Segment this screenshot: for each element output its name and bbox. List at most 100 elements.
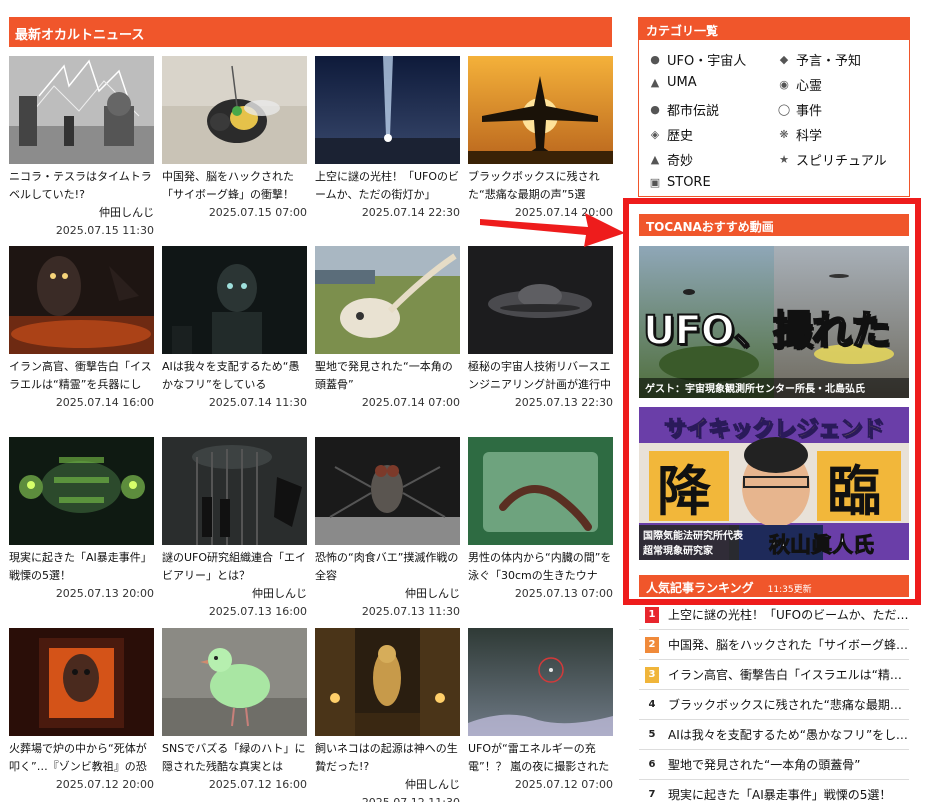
category-label: UFO・宇宙人 [667,54,747,69]
article-title[interactable]: 中国発、脳をハックされた「サイボーグ蜂」の衝撃！ [162,168,307,204]
article-title[interactable]: イラン高官、衝撃告白「イスラエルは“精霊”を兵器にした」 [9,358,154,394]
article-thumbnail[interactable] [468,246,613,354]
article-date: 2025.07.14 07:00 [361,396,460,409]
article-thumbnail[interactable] [9,628,154,736]
category-item-ufo[interactable]: ● UFO・宇宙人 [648,50,747,70]
ghost-icon: ◉ [779,77,789,91]
ranking-item[interactable]: 5 AIは我々を支配するため“愚かなフリ”をしている [639,720,909,750]
article-thumbnail[interactable] [162,437,307,545]
article-title[interactable]: 男性の体内から“内臓の間”を泳ぐ「30cmの生きたウナギ」 [468,549,613,585]
article-thumbnail[interactable] [9,56,154,164]
category-item-history[interactable]: ◈ 歴史 [648,125,693,145]
ranking-item[interactable]: 1 上空に謎の光柱！「UFOのビームか、ただの街灯か」 [639,600,909,630]
article-thumbnail[interactable] [315,628,460,736]
ranking-title-text[interactable]: ブラックボックスに残された“悲痛な最期の声”5選 [668,696,909,713]
spiritual-icon: ★ [779,152,789,166]
article-thumbnail[interactable] [468,56,613,164]
article-card[interactable]: 男性の体内から“内臓の間”を泳ぐ「30cmの生きたウナギ」 2025.07.13… [468,437,613,603]
ranking-item[interactable]: 3 イラン高官、衝撃告白「イスラエルは“精霊”を兵器にした」 [639,660,909,690]
rank-badge: 1 [645,606,659,623]
alien-icon: ● [650,52,660,66]
article-title[interactable]: 極秘の宇宙人技術リバースエンジニアリング計画が進行中か＝英国 [468,358,613,394]
article-date: 2025.07.13 20:00 [55,587,154,600]
article-date: 2025.07.12 11:30 [315,794,460,802]
ranking-header: 人気記事ランキング 11:35更新 [639,575,909,597]
article-title[interactable]: 上空に謎の光柱！「UFOのビームか、ただの街灯か」 [315,168,460,204]
article-author: 仲田しんじ [252,587,307,600]
article-card[interactable]: 現実に起きた「AI暴走事件」戦慄の5選！ 2025.07.13 20:00 [9,437,154,603]
rank-badge: 2 [645,636,659,653]
article-date: 2025.07.13 07:00 [514,587,613,600]
article-card[interactable]: 飼いネコはの起源は神への生贄だった!? 仲田しんじ 2025.07.12 11:… [315,628,460,802]
category-item-ghost[interactable]: ◉ 心霊 [777,75,822,95]
category-item-uma[interactable]: ▲ UMA [648,75,697,90]
article-card[interactable]: 上空に謎の光柱！「UFOのビームか、ただの街灯か」 2025.07.14 22:… [315,56,460,222]
article-title[interactable]: ブラックボックスに残された“悲痛な最期の声”5選 [468,168,613,204]
article-title[interactable]: 現実に起きた「AI暴走事件」戦慄の5選！ [9,549,154,585]
article-card[interactable]: 聖地で発見された“一本角の頭蓋骨” 2025.07.14 07:00 [315,246,460,412]
article-title[interactable]: SNSでバズる「緑のハト」に隠された残酷な真実とは [162,740,307,776]
annotation-arrow-icon [480,213,625,247]
article-date: 2025.07.15 07:00 [208,206,307,219]
category-item-incident[interactable]: ◯ 事件 [777,100,822,120]
article-thumbnail[interactable] [315,437,460,545]
article-title[interactable]: AIは我々を支配するため“愚かなフリ”をしている [162,358,307,394]
rank-number: 4 [648,698,656,710]
article-card[interactable]: 火葬場で炉の中から“死体が叩く”…『ゾンビ教祖』の恐怖 2025.07.12 2… [9,628,154,794]
article-thumbnail[interactable] [9,437,154,545]
category-item-strange[interactable]: ▲ 奇妙 [648,150,693,170]
ranking-title-text[interactable]: AIは我々を支配するため“愚かなフリ”をしている [668,726,909,743]
article-card[interactable]: SNSでバズる「緑のハト」に隠された残酷な真実とは 2025.07.12 16:… [162,628,307,794]
video-psychic-org2: 超常現象研究家 [643,546,713,557]
category-item-store[interactable]: ▣ STORE [648,175,711,190]
article-title[interactable]: 謎のUFO研究組織連合「エイビアリー」とは？ [162,549,307,585]
article-thumbnail[interactable] [9,246,154,354]
article-card[interactable]: 謎のUFO研究組織連合「エイビアリー」とは？ 仲田しんじ 2025.07.13 … [162,437,307,621]
article-thumbnail[interactable] [162,628,307,736]
article-title[interactable]: 火葬場で炉の中から“死体が叩く”…『ゾンビ教祖』の恐怖 [9,740,154,776]
article-thumbnail[interactable] [315,246,460,354]
recommend-video-ufo[interactable]: UFO、撮れた ゲスト：宇宙現象観測所センター所長・北島弘氏 [639,246,909,398]
ranking-title-text[interactable]: 上空に謎の光柱！「UFOのビームか、ただの街灯か」 [668,606,909,623]
article-thumbnail[interactable] [162,246,307,354]
article-thumbnail[interactable] [162,56,307,164]
ranking-title-text[interactable]: 聖地で発見された“一本角の頭蓋骨” [668,756,860,773]
creature-icon: ▲ [650,75,660,89]
article-thumbnail[interactable] [468,628,613,736]
article-card[interactable]: 恐怖の“肉食バエ”撲滅作戦の全容 仲田しんじ 2025.07.13 11:30 [315,437,460,621]
article-card[interactable]: ブラックボックスに残された“悲痛な最期の声”5選 2025.07.14 20:0… [468,56,613,222]
article-title[interactable]: 飼いネコはの起源は神への生贄だった!? [315,740,460,776]
article-thumbnail[interactable] [315,56,460,164]
ranking-title-text[interactable]: イラン高官、衝撃告白「イスラエルは“精霊”を兵器にした」 [668,666,909,683]
category-item-prophecy[interactable]: ◆ 予言・予知 [777,50,861,70]
article-card[interactable]: ニコラ・テスラはタイムトラベルしていた!? 仲田しんじ 2025.07.15 1… [9,56,154,240]
article-date: 2025.07.12 07:00 [514,778,613,791]
article-thumbnail[interactable] [468,437,613,545]
article-card[interactable]: UFOが“雷エネルギーの充電”！？ 嵐の夜に撮影された驚愕の光景 2025.07… [468,628,613,794]
article-date: 2025.07.12 16:00 [208,778,307,791]
ranking-title-text[interactable]: 現実に起きた「AI暴走事件」戦慄の5選！ [668,786,891,802]
category-item-spiritual[interactable]: ★ スピリチュアル [777,150,887,170]
rank-badge: 3 [645,666,659,683]
incident-icon: ◯ [777,102,791,116]
article-title[interactable]: 聖地で発見された“一本角の頭蓋骨” [315,358,460,394]
article-date: 2025.07.15 11:30 [55,224,154,237]
ranking-list: 1 上空に謎の光柱！「UFOのビームか、ただの街灯か」 2 中国発、脳をハックさ… [639,600,909,802]
article-title[interactable]: 恐怖の“肉食バエ”撲滅作戦の全容 [315,549,460,585]
ranking-item[interactable]: 2 中国発、脳をハックされた「サイボーグ蜂」の衝撃！ [639,630,909,660]
category-item-urban-legend[interactable]: ● 都市伝説 [648,100,719,120]
ranking-item[interactable]: 6 聖地で発見された“一本角の頭蓋骨” [639,750,909,780]
ranking-item[interactable]: 7 現実に起きた「AI暴走事件」戦慄の5選！ [639,780,909,802]
article-card[interactable]: イラン高官、衝撃告白「イスラエルは“精霊”を兵器にした」 2025.07.14 … [9,246,154,412]
article-title[interactable]: ニコラ・テスラはタイムトラベルしていた!? [9,168,154,204]
article-title[interactable]: UFOが“雷エネルギーの充電”！？ 嵐の夜に撮影された驚愕の光景 [468,740,613,776]
ranking-title-text[interactable]: 中国発、脳をハックされた「サイボーグ蜂」の衝撃！ [668,636,909,653]
article-date: 2025.07.14 16:00 [55,396,154,409]
ranking-item[interactable]: 4 ブラックボックスに残された“悲痛な最期の声”5選 [639,690,909,720]
article-card[interactable]: 極秘の宇宙人技術リバースエンジニアリング計画が進行中か＝英国 2025.07.1… [468,246,613,412]
recommend-video-psychic[interactable]: サイキックレジェンド 降 臨 国際気能法研究所代表 超常現象研究家 秋山眞人氏 [639,407,909,560]
video-ufo-title: UFO、撮れた [642,307,892,355]
category-item-science[interactable]: ❋ 科学 [777,125,822,145]
article-card[interactable]: 中国発、脳をハックされた「サイボーグ蜂」の衝撃！ 2025.07.15 07:0… [162,56,307,222]
article-card[interactable]: AIは我々を支配するため“愚かなフリ”をしている 2025.07.14 11:3… [162,246,307,412]
